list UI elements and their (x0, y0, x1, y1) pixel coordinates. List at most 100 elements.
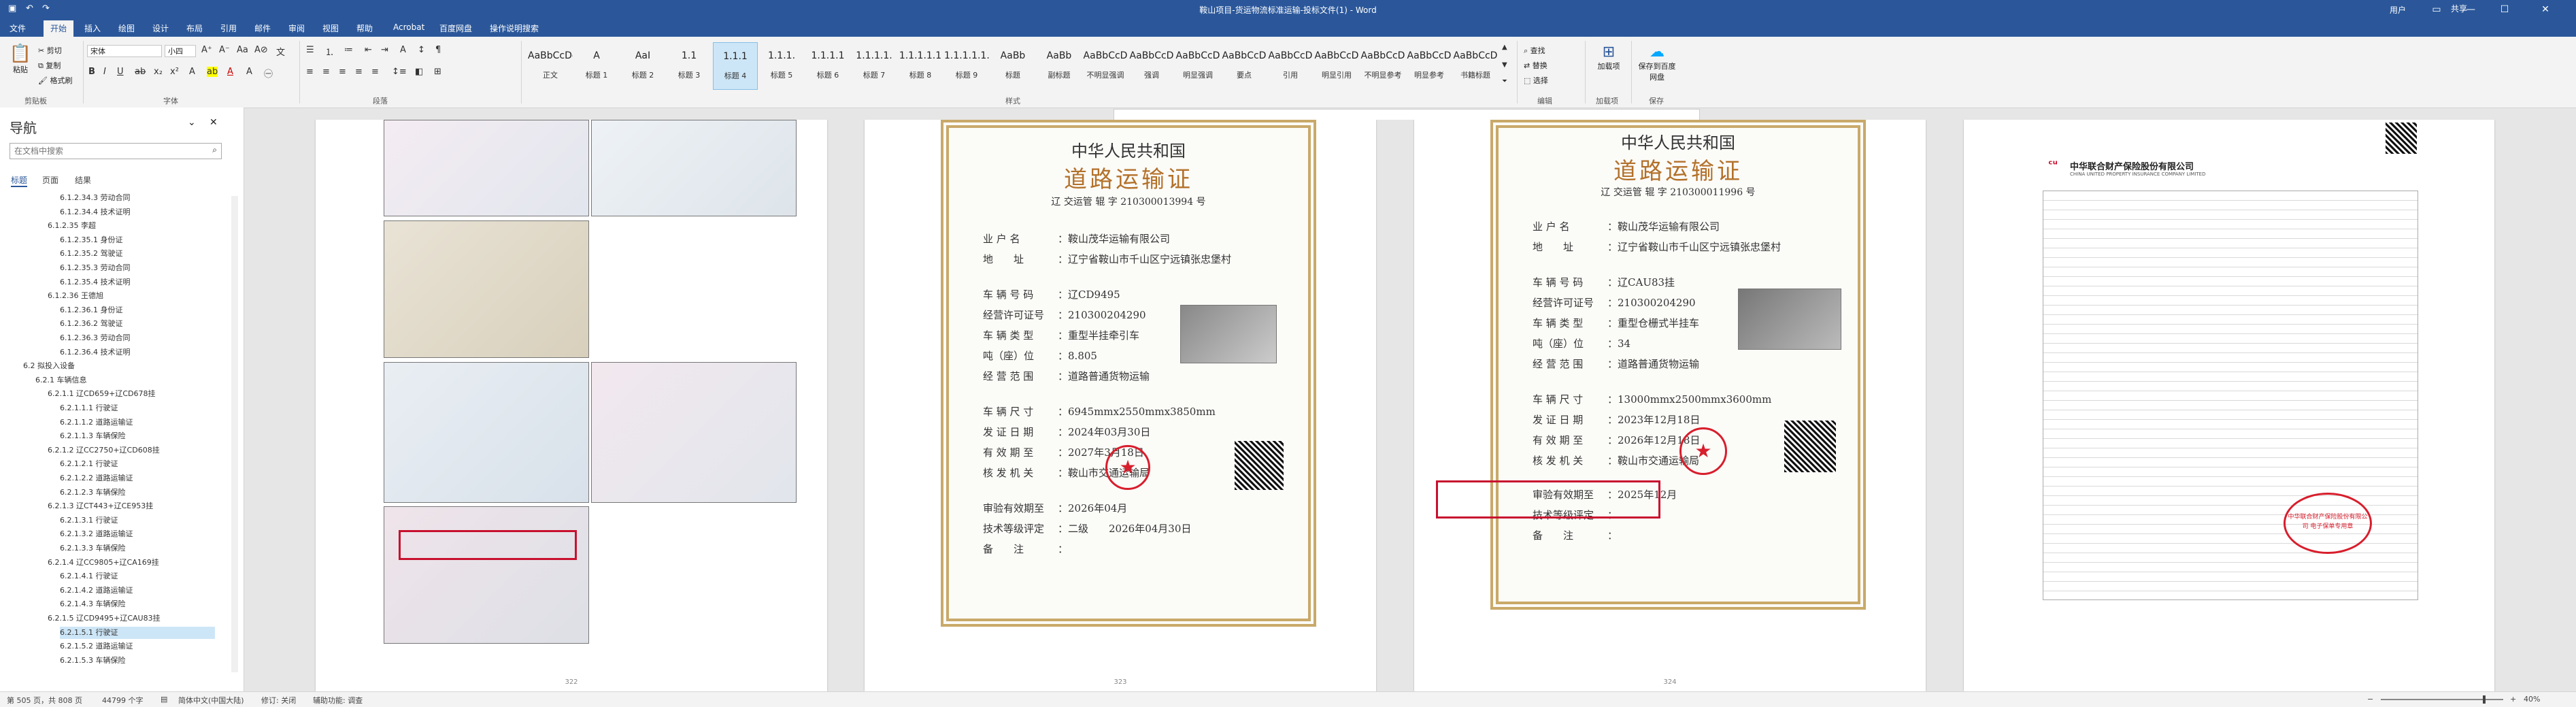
zoom-slider-thumb[interactable] (2483, 695, 2486, 704)
nav-options-icon[interactable]: ⌄ (188, 117, 196, 128)
style-20[interactable]: AaBbCcD 书籍标题 (1453, 42, 1498, 90)
nav-tab-pages[interactable]: 页面 (42, 174, 58, 186)
gallery-down-icon[interactable]: ▼ (1502, 61, 1507, 69)
search-icon[interactable]: ⌕ (212, 145, 217, 155)
nav-heading-item[interactable]: 6.2.1.3.1 行驶证 (60, 514, 215, 527)
enclose-char-icon[interactable]: ㊀ (264, 67, 273, 80)
track-changes-status[interactable]: 修订: 关闭 (261, 695, 296, 706)
style-11[interactable]: AaBb 副标题 (1037, 42, 1082, 90)
style-7[interactable]: 1.1.1.1. 标题 7 (852, 42, 897, 90)
minimize-icon[interactable]: — (2456, 2, 2486, 17)
underline-icon[interactable]: U (117, 67, 124, 77)
copy-button[interactable]: ⧉ 复制 (38, 60, 61, 71)
nav-heading-item[interactable]: 6.1.2.35.2 驾驶证 (60, 248, 215, 260)
tab-review[interactable]: 审阅 (288, 22, 305, 34)
nav-heading-item[interactable]: 6.1.2.35.4 技术证明 (60, 276, 215, 289)
style-10[interactable]: AaBb 标题 (990, 42, 1035, 90)
nav-scrollbar[interactable] (231, 196, 238, 672)
char-shading-icon[interactable]: A (246, 67, 252, 77)
style-17[interactable]: AaBbCcD 明显引用 (1314, 42, 1359, 90)
zoom-level[interactable]: 40% (2524, 695, 2540, 704)
numbering-icon[interactable]: ⒈ (325, 45, 334, 58)
find-button[interactable]: ⌕ 查找 (1524, 45, 1545, 56)
select-button[interactable]: ⬚ 选择 (1524, 75, 1548, 86)
nav-heading-item[interactable]: 6.2.1.1.2 道路运输证 (60, 416, 215, 429)
align-left-icon[interactable]: ≡ (306, 67, 314, 77)
phonetic-icon[interactable]: 文 (276, 45, 285, 58)
nav-heading-item[interactable]: 6.2.1.5.2 道路运输证 (60, 640, 215, 653)
subscript-icon[interactable]: x₂ (154, 67, 163, 77)
nav-heading-item[interactable]: 6.1.2.34.3 劳动合同 (60, 192, 215, 204)
italic-icon[interactable]: I (103, 67, 106, 77)
addins-button[interactable]: ⊞ 加载项 (1592, 44, 1626, 71)
style-2[interactable]: AaI 标题 2 (620, 42, 665, 90)
zoom-out-icon[interactable]: − (2367, 695, 2373, 704)
tab-mailings[interactable]: 邮件 (254, 22, 271, 34)
nav-heading-item[interactable]: 6.2.1.5.1 行驶证 (60, 626, 215, 639)
gallery-more-icon[interactable]: ⏷ (1502, 78, 1507, 85)
maximize-icon[interactable]: ☐ (2490, 2, 2520, 17)
replace-button[interactable]: ⇄ 替换 (1524, 60, 1548, 71)
accessibility-status[interactable]: 辅助功能: 调查 (313, 695, 363, 706)
nav-tab-headings[interactable]: 标题 (11, 174, 28, 187)
nav-heading-item[interactable]: 6.1.2.36.4 技术证明 (60, 346, 215, 359)
highlight-icon[interactable]: ab (207, 67, 218, 77)
justify-icon[interactable]: ≡ (355, 67, 363, 77)
nav-heading-item[interactable]: 6.2.1 车辆信息 (35, 374, 215, 387)
style-1[interactable]: A 标题 1 (574, 42, 619, 90)
style-9[interactable]: 1.1.1.1.1. 标题 9 (944, 42, 989, 90)
nav-heading-item[interactable]: 6.2.1.2.2 道路运输证 (60, 472, 215, 484)
nav-heading-item[interactable]: 6.2.1.1 辽CD659+辽CD678挂 (48, 388, 215, 400)
change-case-icon[interactable]: Aa (237, 45, 248, 55)
nav-heading-item[interactable]: 6.2.1.4.1 行驶证 (60, 570, 215, 582)
nav-heading-item[interactable]: 6.1.2.35.3 劳动合同 (60, 262, 215, 274)
style-3[interactable]: 1.1 标题 3 (667, 42, 712, 90)
nav-heading-item[interactable]: 6.1.2.36.1 身份证 (60, 304, 215, 316)
nav-heading-item[interactable]: 6.2.1.2.3 车辆保险 (60, 487, 215, 499)
style-6[interactable]: 1.1.1.1 标题 6 (805, 42, 850, 90)
bullets-icon[interactable]: ☰ (306, 45, 314, 55)
paste-button[interactable]: 📋 粘贴 (7, 44, 34, 75)
style-4[interactable]: 1.1.1 标题 4 (713, 42, 758, 90)
grow-font-icon[interactable]: A⁺ (201, 45, 212, 55)
font-color-icon[interactable]: A (227, 67, 233, 77)
shading-icon[interactable]: ◧ (415, 67, 423, 77)
style-16[interactable]: AaBbCcD 引用 (1268, 42, 1313, 90)
nav-heading-item[interactable]: 6.1.2.34.4 技术证明 (60, 206, 215, 218)
sort-icon[interactable]: ↕ (418, 45, 425, 55)
align-right-icon[interactable]: ≡ (339, 67, 346, 77)
tab-help[interactable]: 帮助 (356, 22, 373, 34)
tab-baidu[interactable]: 百度网盘 (439, 22, 472, 34)
style-19[interactable]: AaBbCcD 明显参考 (1407, 42, 1452, 90)
nav-heading-item[interactable]: 6.2.1.3.2 道路运输证 (60, 528, 215, 540)
nav-heading-item[interactable]: 6.2.1.2.1 行驶证 (60, 458, 215, 470)
chinese-layout-icon[interactable]: A (400, 45, 406, 55)
tab-references[interactable]: 引用 (220, 22, 237, 34)
tell-me-search[interactable]: 操作说明搜索 (490, 22, 539, 34)
bold-icon[interactable]: B (88, 67, 95, 77)
nav-close-icon[interactable]: ✕ (210, 117, 218, 128)
zoom-in-icon[interactable]: + (2510, 695, 2516, 704)
format-painter-button[interactable]: 🖌 格式刷 (38, 75, 72, 86)
proofing-icon[interactable]: ▤ (161, 695, 167, 704)
line-spacing-icon[interactable]: ↕≡ (392, 67, 407, 77)
nav-heading-item[interactable]: 6.2.1.3 辽CT443+辽CE953挂 (48, 500, 215, 512)
user-name[interactable]: 用户 (2390, 4, 2406, 16)
text-effects-icon[interactable]: A (189, 67, 195, 77)
language[interactable]: 简体中文(中国大陆) (178, 695, 244, 706)
tab-file[interactable]: 文件 (10, 22, 26, 34)
nav-heading-item[interactable]: 6.1.2.36.3 劳动合同 (60, 332, 215, 344)
cut-button[interactable]: ✂ 剪切 (38, 45, 62, 56)
nav-heading-item[interactable]: 6.2 拟投入设备 (23, 360, 215, 372)
decrease-indent-icon[interactable]: ⇤ (365, 45, 372, 55)
style-8[interactable]: 1.1.1.1.1 标题 8 (898, 42, 943, 90)
superscript-icon[interactable]: x² (170, 67, 179, 77)
nav-tab-results[interactable]: 结果 (75, 174, 91, 186)
clear-format-icon[interactable]: A⊘ (254, 45, 268, 55)
style-18[interactable]: AaBbCcD 不明显参考 (1360, 42, 1405, 90)
tab-view[interactable]: 视图 (322, 22, 339, 34)
distributed-icon[interactable]: ≡ (371, 67, 379, 77)
align-center-icon[interactable]: ≡ (322, 67, 330, 77)
style-15[interactable]: AaBbCcD 要点 (1222, 42, 1267, 90)
tab-insert[interactable]: 插入 (84, 22, 101, 34)
